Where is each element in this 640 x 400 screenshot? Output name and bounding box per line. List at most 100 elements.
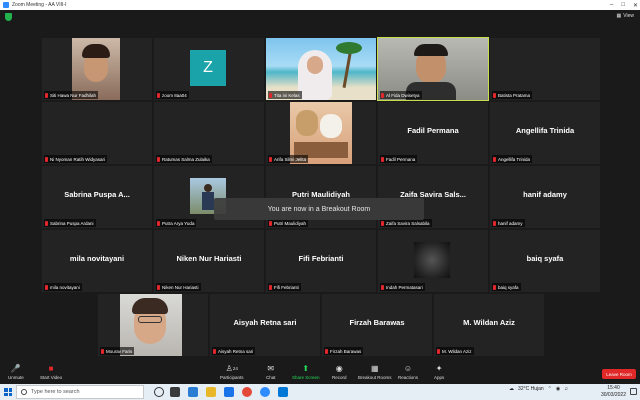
- leave-room-button[interactable]: Leave Room: [602, 369, 636, 379]
- video-tile[interactable]: Mourav Faris: [98, 294, 208, 356]
- participant-label: Fifi Febrianti: [268, 283, 301, 291]
- video-tile[interactable]: Ratumas Salma Zulaika: [154, 102, 264, 164]
- notification-icon[interactable]: [630, 388, 637, 395]
- participant-label: Niken Nur Hariasti: [156, 283, 201, 291]
- record-button[interactable]: ◉ Record: [332, 364, 347, 380]
- chat-icon: ✉: [267, 364, 275, 373]
- video-off-icon: ■: [48, 364, 54, 373]
- avatar: Z: [190, 50, 226, 86]
- clock-time: 15:40: [607, 385, 620, 391]
- zoom-taskbar-icon[interactable]: [260, 387, 270, 397]
- muted-mic-icon: [157, 156, 160, 162]
- video-tile[interactable]: Aisyah Retna sari Aisyah Retna sari: [210, 294, 320, 356]
- body-shape: [202, 192, 214, 210]
- video-tile[interactable]: Niken Nur Hariasti Niken Nur Hariasti: [154, 230, 264, 292]
- participant-label: Aisyah Retna sari: [212, 347, 256, 355]
- close-icon[interactable]: ✕: [633, 2, 638, 9]
- participant-name-display: Niken Nur Hariasti: [176, 254, 242, 263]
- video-tile[interactable]: Tita ini Kelas: [266, 38, 376, 100]
- breakout-rooms-icon: ▦: [370, 364, 379, 373]
- window-titlebar: Zoom Meeting - AA VIII-I – □ ✕: [0, 0, 640, 10]
- muted-mic-icon: [45, 220, 48, 226]
- muted-mic-icon: [269, 92, 272, 98]
- participant-label: Ni Nyoman Ratih Widyasari: [44, 155, 108, 163]
- participant-name-display: mila novitayani: [69, 254, 125, 263]
- muted-mic-icon: [157, 220, 160, 226]
- edge-icon[interactable]: [188, 387, 198, 397]
- video-tile[interactable]: Siti Hawa Nur Fadhilah: [42, 38, 152, 100]
- maximize-icon[interactable]: □: [621, 2, 625, 8]
- muted-mic-icon: [493, 220, 496, 226]
- window-title: Zoom Meeting - AA VIII-I: [12, 2, 67, 8]
- breakout-rooms-button[interactable]: ▦ Breakout Rooms: [358, 364, 392, 380]
- face-shape: [307, 56, 323, 74]
- participant-name-display: Firzah Barawas: [349, 318, 405, 327]
- video-tile[interactable]: Sabrina Puspa A... Sabrina Puspa Ardani: [42, 166, 152, 228]
- hair-shape: [82, 44, 110, 58]
- muted-mic-icon: [325, 348, 328, 354]
- file-explorer-icon[interactable]: [206, 387, 216, 397]
- start-video-button[interactable]: ■ Start Video: [40, 364, 62, 380]
- meeting-toolbar: 🎤 Unmute ■ Start Video ♙ 24 Participants …: [0, 362, 640, 384]
- mail-icon[interactable]: [224, 387, 234, 397]
- video-tile[interactable]: Firzah Barawas Firzah Barawas: [322, 294, 432, 356]
- windows-start-icon[interactable]: [4, 388, 12, 396]
- participant-label: Sabrina Puspa Ardani: [44, 219, 96, 227]
- video-tile[interactable]: Fadil Permana Fadil Permana: [378, 102, 488, 164]
- participant-label: Mourav Faris: [100, 347, 135, 355]
- video-tile[interactable]: baiq syafa baiq syafa: [490, 230, 600, 292]
- cortana-icon[interactable]: [154, 387, 164, 397]
- participant-label: Indah Permatasari: [380, 283, 425, 291]
- chrome-icon[interactable]: [242, 387, 252, 397]
- muted-mic-icon: [45, 156, 48, 162]
- head-shape: [204, 184, 212, 192]
- reactions-button[interactable]: ☺ Reactions: [398, 364, 418, 380]
- hair-shape: [414, 44, 448, 56]
- taskbar-clock[interactable]: 15:40 30/03/2022: [601, 385, 626, 399]
- participant-label: Arifa Silmi Jelita: [268, 155, 309, 163]
- chat-button[interactable]: ✉ Chat: [266, 364, 276, 380]
- task-view-icon[interactable]: [170, 387, 180, 397]
- video-tile-active-speaker[interactable]: Al Fida Dwisetya: [377, 37, 489, 101]
- participant-label: Tita ini Kelas: [268, 91, 302, 99]
- video-tile[interactable]: M. Wildan Aziz M. Wildan Aziz: [434, 294, 544, 356]
- participants-button[interactable]: ♙ 24 Participants: [220, 364, 244, 380]
- muted-mic-icon: [157, 92, 160, 98]
- muted-mic-icon: [269, 156, 272, 162]
- store-icon[interactable]: [278, 387, 288, 397]
- video-tile[interactable]: Batista Pratama: [490, 38, 600, 100]
- muted-mic-icon: [437, 348, 440, 354]
- video-tile[interactable]: Z zoom 8aa04: [154, 38, 264, 100]
- muted-mic-icon: [381, 220, 384, 226]
- volume-icon[interactable]: ♫: [564, 386, 568, 392]
- grid-icon: ▦: [616, 13, 622, 19]
- share-screen-button[interactable]: ⬆ Share Screen: [292, 364, 320, 380]
- participant-label: Fadil Permana: [380, 155, 418, 163]
- video-tile[interactable]: Ni Nyoman Ratih Widyasari: [42, 102, 152, 164]
- participant-label: Firzah Barawas: [324, 347, 364, 355]
- participant-name-display: hanif adamy: [523, 190, 567, 199]
- taskbar-search-box[interactable]: Type here to search: [16, 385, 144, 399]
- video-tile[interactable]: Indah Permatasari: [378, 230, 488, 292]
- participant-name-display: Sabrina Puspa A...: [64, 190, 130, 199]
- participant-name-display: Aisyah Retna sari: [233, 318, 297, 327]
- tray-chevron-icon[interactable]: ⌃: [548, 386, 552, 392]
- muted-mic-icon: [493, 92, 496, 98]
- security-shield-icon[interactable]: [5, 13, 12, 21]
- breakout-room-toast: You are now in a Breakout Room: [214, 198, 424, 220]
- video-tile[interactable]: hanif adamy hanif adamy: [490, 166, 600, 228]
- wifi-icon[interactable]: ◉: [556, 386, 560, 392]
- video-tile[interactable]: Fifi Febrianti Fifi Febrianti: [266, 230, 376, 292]
- video-tile[interactable]: Arifa Silmi Jelita: [266, 102, 376, 164]
- video-tile[interactable]: Angellifa Trinida Angellifa Trinida: [490, 102, 600, 164]
- apps-button[interactable]: ✦ Apps: [434, 364, 444, 380]
- minimize-icon[interactable]: –: [610, 2, 613, 8]
- view-button[interactable]: ▦ View: [617, 13, 634, 19]
- participant-label: baiq syafa: [492, 283, 521, 291]
- participant-label: Batista Pratama: [492, 91, 533, 99]
- window-controls: – □ ✕: [610, 0, 638, 10]
- participant-label: hanif adamy: [492, 219, 525, 227]
- participant-name-display: baiq syafa: [526, 254, 564, 263]
- unmute-button[interactable]: 🎤 Unmute: [8, 364, 24, 380]
- video-tile[interactable]: mila novitayani mila novitayani: [42, 230, 152, 292]
